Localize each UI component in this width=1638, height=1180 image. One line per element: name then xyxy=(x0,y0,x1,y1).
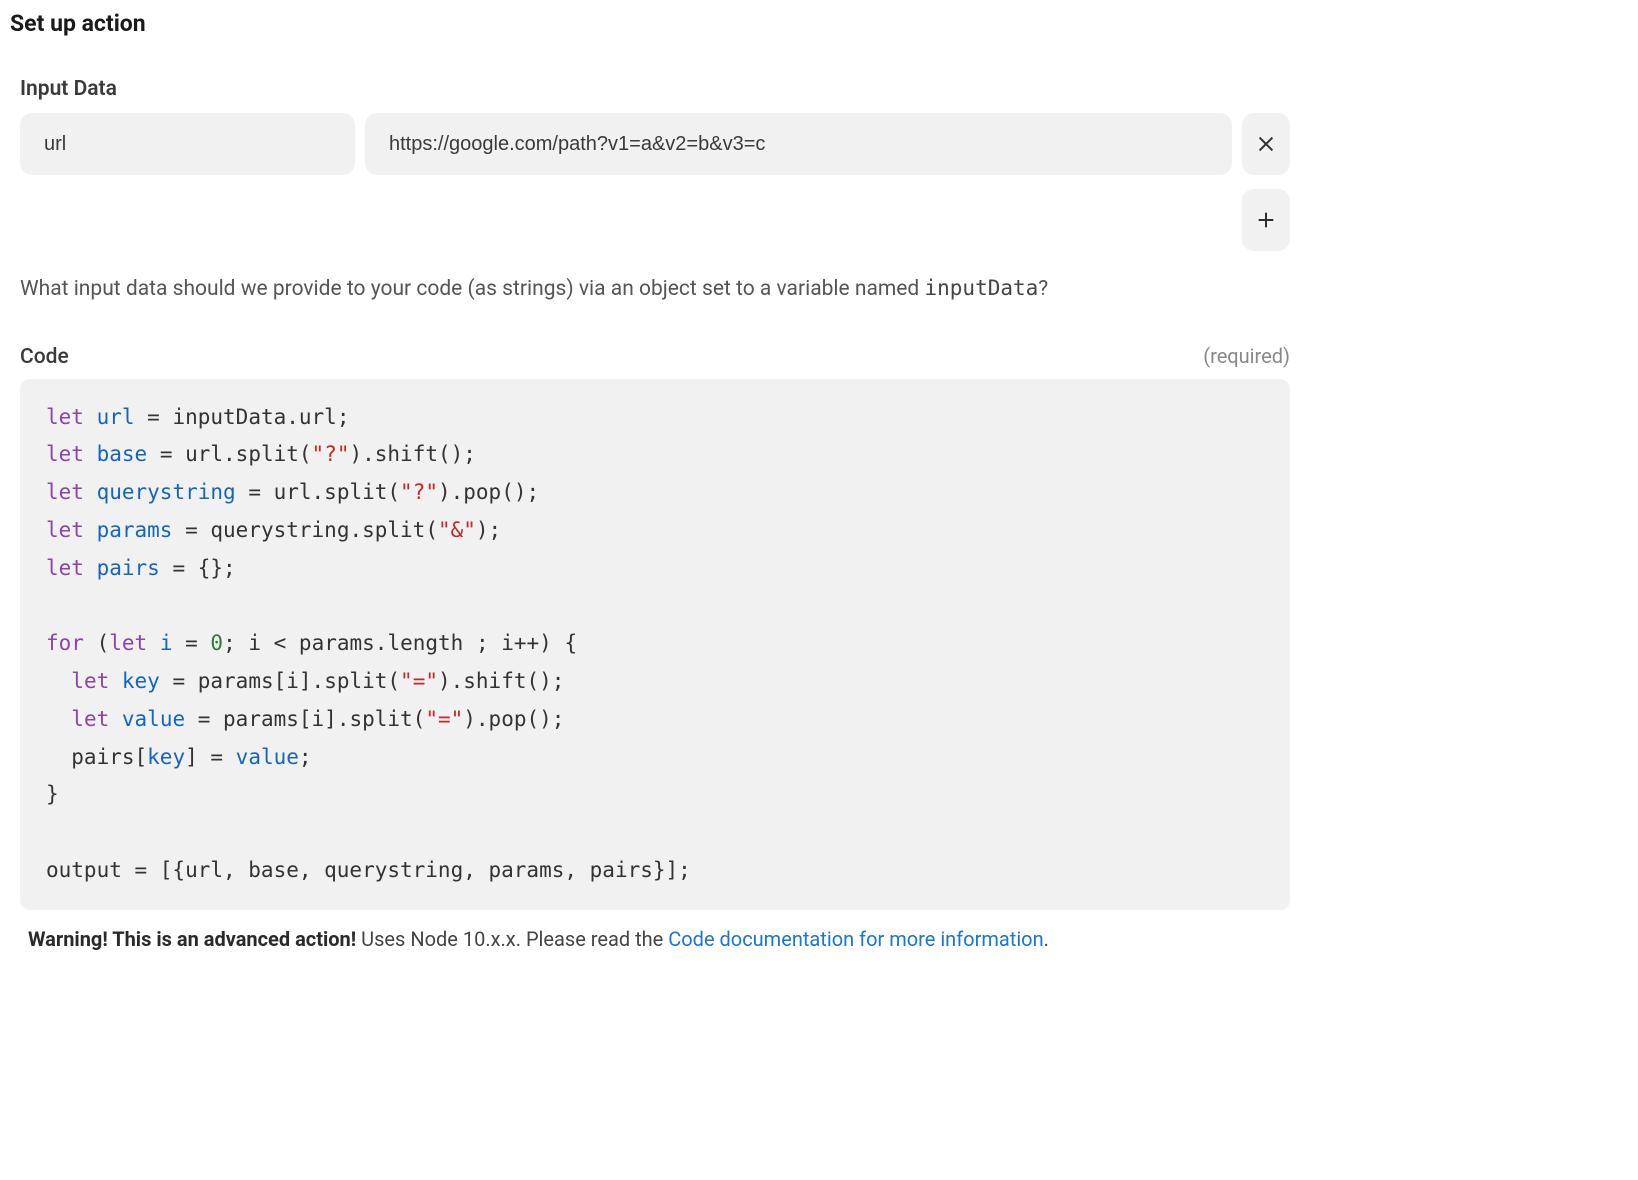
input-key-field[interactable] xyxy=(20,113,355,175)
input-data-label: Input Data xyxy=(10,77,1290,101)
plus-icon xyxy=(1255,209,1277,231)
input-data-help-text: What input data should we provide to you… xyxy=(10,273,1290,306)
code-docs-link[interactable]: Code documentation for more information xyxy=(668,927,1043,951)
required-label: (required) xyxy=(1203,344,1290,368)
remove-row-button[interactable] xyxy=(1242,113,1290,175)
warning-text: Warning! This is an advanced action! Use… xyxy=(10,924,1290,954)
code-editor[interactable]: let url = inputData.url; let base = url.… xyxy=(20,379,1290,910)
close-icon xyxy=(1255,133,1277,155)
input-value-field[interactable] xyxy=(365,113,1232,175)
page-title: Set up action xyxy=(10,10,1290,37)
code-label: Code xyxy=(20,345,69,369)
add-row-button[interactable] xyxy=(1242,189,1290,251)
